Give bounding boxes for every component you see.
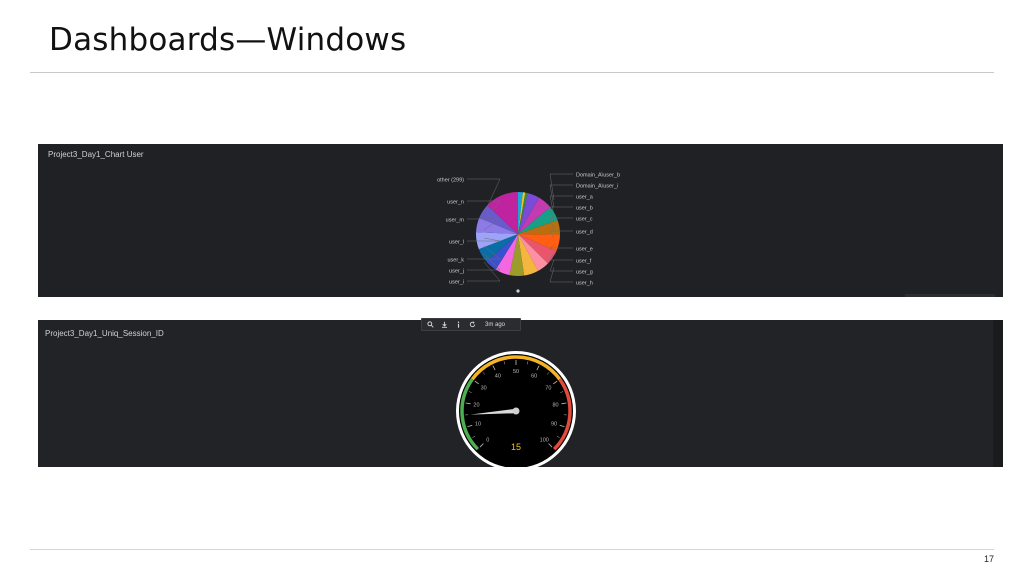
gauge-needle-hub <box>512 407 520 415</box>
gauge-tick-label: 40 <box>495 373 501 379</box>
pie-legend-label-left: user_i <box>449 280 464 286</box>
radial-gauge: 0 10 20 30 40 50 60 70 80 90 100 15 <box>456 351 576 467</box>
gauge-tick-label: 70 <box>545 385 551 391</box>
pie-legend-label-left: user_j <box>449 269 464 275</box>
gauge-tick-label: 0 <box>486 437 489 443</box>
pie-legend-label-left: user_l <box>449 240 464 246</box>
pie-legend-label-left: user_n <box>447 200 464 206</box>
page-number: 17 <box>984 554 995 564</box>
pie-legend-label-right: user_g <box>576 270 593 276</box>
slide-title: Dashboards—Windows <box>49 22 407 58</box>
pie-legend-label-left: other (299) <box>437 178 464 184</box>
info-icon[interactable] <box>455 321 462 328</box>
gauge-tick-label: 60 <box>531 373 537 379</box>
pie-legend-label-right: user_f <box>576 259 592 265</box>
gauge-tick-label: 90 <box>551 421 557 427</box>
refresh-icon[interactable] <box>469 321 476 328</box>
search-icon[interactable] <box>427 321 434 328</box>
pie-legend-label-right: user_a <box>576 195 594 201</box>
pie-legend-label-left: user_k <box>447 258 464 264</box>
gauge-tick-label: 30 <box>481 385 487 391</box>
download-icon[interactable] <box>441 321 448 328</box>
pie-legend-label-right: Domain_A\user_i <box>576 184 618 190</box>
footer-divider <box>30 549 994 550</box>
gauge-tick-label: 100 <box>540 437 549 443</box>
gauge-tick-label: 80 <box>552 403 558 409</box>
gauge-panel: Project3_Day1_Uniq_Session_ID 0 10 20 30 40 5… <box>38 320 1003 467</box>
panel-scrollbar[interactable] <box>905 294 995 297</box>
title-divider <box>30 72 994 73</box>
gauge-value: 15 <box>511 442 521 452</box>
panel-toolbar: 3m ago <box>421 318 521 331</box>
pie-legend-label-right: user_e <box>576 247 593 253</box>
panel-scrollbar[interactable] <box>993 320 1003 467</box>
gauge-tick-label: 50 <box>513 369 519 375</box>
gauge-tick-label: 20 <box>473 403 479 409</box>
pie-chart-panel: Project3_Day1_Chart User other (299) user… <box>38 144 1003 297</box>
pie-legend-label-right: user_b <box>576 206 593 212</box>
pie-legend-label-left: user_m <box>446 218 465 224</box>
pie-legend-label-right: user_d <box>576 230 593 236</box>
pie-legend-label-right: user_c <box>576 217 593 223</box>
gauge-tick-label: 10 <box>475 421 481 427</box>
pie-scroll-dot[interactable] <box>516 289 520 293</box>
pie-legend-label-right: Domain_A\user_b <box>576 173 620 179</box>
pie-legend-label-right: user_h <box>576 281 593 287</box>
pie-leader-line <box>549 267 573 283</box>
pie-chart[interactable]: other (299) user_n user_m user_l user_k user_… <box>38 144 1003 297</box>
last-updated-label: 3m ago <box>485 321 506 328</box>
